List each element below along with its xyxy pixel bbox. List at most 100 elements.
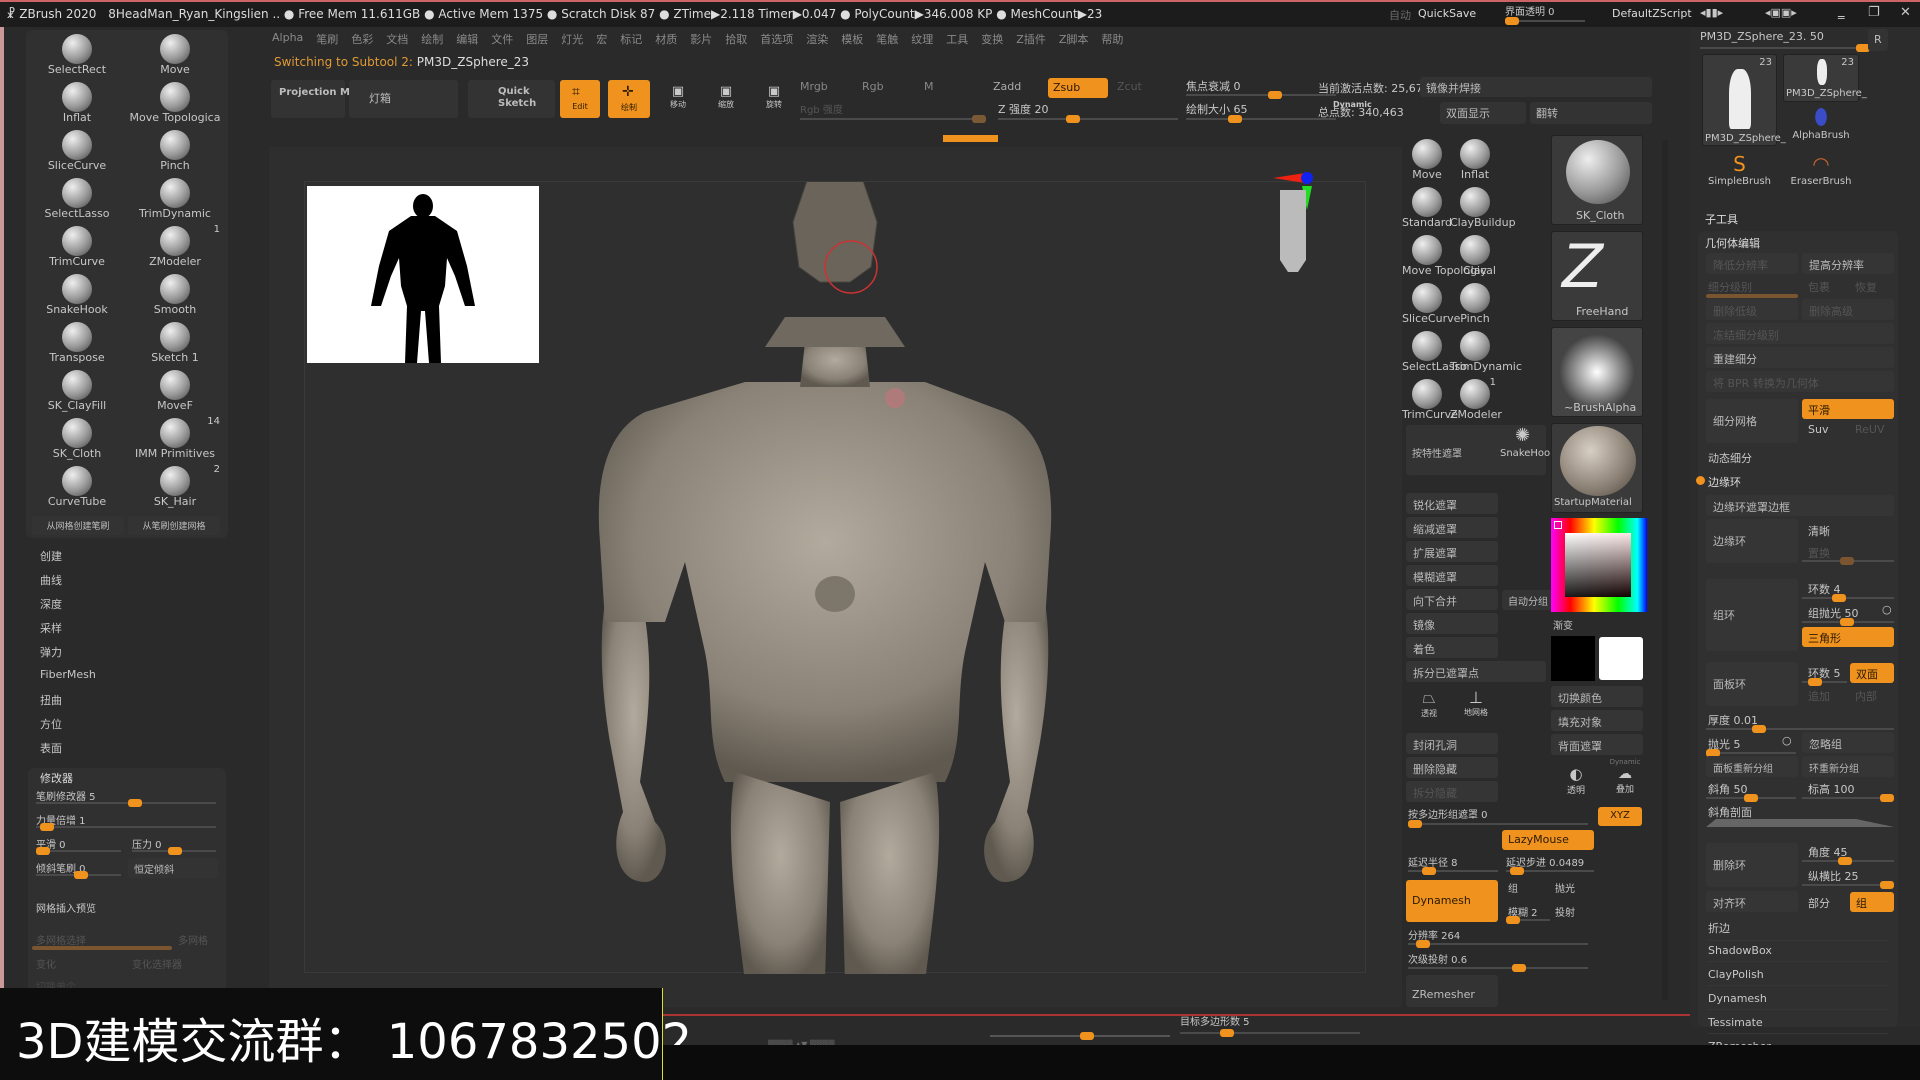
mask-by-polygroups-slider[interactable] bbox=[1408, 820, 1588, 828]
tool-section-item[interactable]: Dynamesh bbox=[1708, 992, 1888, 1010]
m-button[interactable]: M bbox=[924, 80, 934, 93]
aspect-slider[interactable] bbox=[1802, 881, 1894, 889]
dynamic-subdiv-section[interactable]: 动态细分 bbox=[1708, 450, 1752, 466]
constant-tilt-button[interactable]: 恒定倾斜 bbox=[128, 858, 218, 878]
group-polish-circle-icon[interactable]: ○ bbox=[1882, 603, 1892, 616]
tool-section-item[interactable]: ShadowBox bbox=[1708, 944, 1888, 962]
menu-item[interactable]: 模板 bbox=[841, 31, 863, 47]
brush-standard[interactable]: Standard bbox=[1402, 183, 1452, 231]
brush-snakehook[interactable]: SnakeHook bbox=[28, 270, 126, 318]
left-menu-item[interactable]: 深度 bbox=[40, 596, 62, 612]
ui-transparency-slider[interactable] bbox=[1505, 17, 1585, 25]
zsub-button[interactable]: Zsub bbox=[1048, 78, 1108, 98]
rgb-button[interactable]: Rgb bbox=[862, 80, 884, 93]
brush-zmodeler[interactable]: ZModeler 1 bbox=[1450, 375, 1502, 423]
brush-claybuildup[interactable]: ClayBuildup bbox=[1450, 183, 1516, 231]
menu-item[interactable]: 绘制 bbox=[421, 31, 443, 47]
zcut-button[interactable]: Zcut bbox=[1117, 80, 1142, 93]
bottom-slider-1[interactable] bbox=[990, 1032, 1170, 1040]
rotate-button[interactable]: ▣ 旋转 bbox=[756, 84, 792, 110]
main-color-swatch[interactable] bbox=[1551, 636, 1595, 681]
brush-inflat[interactable]: Inflat bbox=[28, 78, 126, 126]
brush-move[interactable]: Move bbox=[1402, 135, 1452, 183]
dynamesh-project-button[interactable]: 投射 bbox=[1555, 904, 1575, 919]
split-hidden-button[interactable]: 拆分隐藏 bbox=[1406, 781, 1498, 802]
brush-move[interactable]: Move bbox=[126, 30, 224, 78]
minimize-icon[interactable]: ‗ bbox=[1838, 5, 1845, 20]
mirror-weld-button[interactable]: 镜像并焊接 bbox=[1420, 77, 1652, 97]
brush-trimcurve[interactable]: TrimCurve bbox=[28, 222, 126, 270]
mask-button[interactable]: 拆分已遮罩点 bbox=[1406, 661, 1546, 682]
snakehook-brush[interactable]: ✺ SnakeHook bbox=[1500, 425, 1556, 459]
restore-icon[interactable]: ❐ bbox=[1868, 5, 1880, 20]
alpha-thumb[interactable]: ~BrushAlpha bbox=[1551, 327, 1643, 417]
tool-section-item[interactable]: 折边 bbox=[1708, 920, 1888, 941]
flip-button[interactable]: 翻转 bbox=[1530, 102, 1652, 124]
panel-divider[interactable] bbox=[1662, 140, 1668, 1000]
delete-higher-button[interactable]: 删除高级 bbox=[1802, 299, 1894, 320]
menu-item[interactable]: 标记 bbox=[620, 31, 642, 47]
reconstruct-subdiv-button[interactable]: 重建细分 bbox=[1706, 347, 1894, 368]
menu-item[interactable]: 纹理 bbox=[911, 31, 933, 47]
smooth-toggle[interactable]: 平滑 bbox=[1802, 399, 1894, 419]
scale-button[interactable]: ▣ 缩放 bbox=[708, 84, 744, 110]
tool-section-item[interactable]: Tessimate bbox=[1708, 1016, 1888, 1034]
menu-item[interactable]: Alpha bbox=[272, 31, 303, 47]
tool-slider[interactable] bbox=[1700, 44, 1870, 52]
rgb-intensity-track[interactable] bbox=[800, 115, 986, 123]
brush-sketch-1[interactable]: Sketch 1 bbox=[126, 318, 224, 366]
edit-button[interactable]: ⌗ Edit bbox=[560, 80, 600, 118]
subtool-section[interactable]: 子工具 bbox=[1705, 211, 1738, 227]
switch-color-button[interactable]: 切换颜色 bbox=[1551, 686, 1643, 707]
menu-item[interactable]: Z插件 bbox=[1016, 31, 1046, 47]
menu-item[interactable]: 影片 bbox=[690, 31, 712, 47]
dynamesh-button[interactable]: Dynamesh bbox=[1406, 880, 1498, 922]
toolbar-scroll-indicator[interactable] bbox=[943, 135, 998, 142]
fill-object-button[interactable]: 填充对象 bbox=[1551, 710, 1643, 731]
brush-zmodeler[interactable]: ZModeler 1 bbox=[126, 222, 224, 270]
menu-item[interactable]: 色彩 bbox=[351, 31, 373, 47]
edgeloop-section[interactable]: 边缘环 bbox=[1708, 474, 1741, 490]
document-canvas[interactable] bbox=[304, 172, 1367, 974]
higher-res-button[interactable]: 提高分辨率 bbox=[1802, 253, 1894, 274]
left-menu-item[interactable]: 方位 bbox=[40, 716, 62, 732]
geometry-title[interactable]: 几何体编辑 bbox=[1705, 235, 1760, 251]
left-menu-item[interactable]: FiberMesh bbox=[40, 668, 96, 681]
close-icon[interactable]: ✕ bbox=[1900, 5, 1911, 20]
sdiv-slider[interactable] bbox=[1706, 294, 1798, 298]
lightbox-button[interactable]: 灯箱 bbox=[349, 80, 458, 118]
brush-curvetube[interactable]: CurveTube bbox=[28, 462, 126, 510]
simplebrush-tool[interactable]: S SimpleBrush bbox=[1702, 152, 1777, 187]
mask-button[interactable]: 着色 bbox=[1406, 637, 1498, 658]
brush-trimdynamic[interactable]: TrimDynamic bbox=[1450, 327, 1522, 375]
focal-shift-slider[interactable] bbox=[1186, 91, 1336, 99]
default-zscript[interactable]: DefaultZScript bbox=[1612, 7, 1692, 20]
triangles-toggle[interactable]: 三角形 bbox=[1802, 627, 1894, 647]
align-loops-button[interactable]: 对齐环 bbox=[1706, 891, 1798, 912]
menu-item[interactable]: 首选项 bbox=[760, 31, 793, 47]
dynamesh-blur-slider[interactable] bbox=[1506, 916, 1550, 924]
brush-slicecurve[interactable]: SliceCurve bbox=[28, 126, 126, 174]
brush-pinch[interactable]: Pinch bbox=[1450, 279, 1500, 327]
lazy-step-slider[interactable] bbox=[1506, 867, 1594, 875]
draw-button[interactable]: ✛ 绘制 bbox=[608, 80, 650, 118]
lazymouse-button[interactable]: LazyMouse bbox=[1502, 830, 1594, 850]
left-menu-item[interactable]: 创建 bbox=[40, 548, 62, 564]
eraserbrush-tool[interactable]: ◠ EraserBrush bbox=[1783, 152, 1859, 187]
suv-toggle[interactable]: Suv bbox=[1808, 423, 1828, 436]
ignore-groups-button[interactable]: 忽略组 bbox=[1802, 732, 1894, 753]
layout-switch-icon[interactable]: ◂▣▣▸ bbox=[1765, 6, 1797, 19]
tool-thumb-2[interactable]: 23 PM3D_ZSphere_ bbox=[1783, 54, 1867, 102]
restore-button[interactable]: 恢复 bbox=[1855, 279, 1877, 295]
color-picker[interactable] bbox=[1551, 518, 1647, 612]
left-menu-item[interactable]: 弹力 bbox=[40, 644, 62, 660]
perspective-button[interactable]: ⏢ 透视 bbox=[1408, 688, 1450, 719]
menu-item[interactable]: 变换 bbox=[981, 31, 1003, 47]
color-saturation-square[interactable] bbox=[1565, 533, 1631, 597]
panel-loops-button[interactable]: 面板环 bbox=[1706, 662, 1798, 706]
brush-clay[interactable]: Clay bbox=[1450, 231, 1500, 279]
sculpt-model[interactable] bbox=[305, 182, 1367, 974]
transparent-button[interactable]: ◐ 透明 bbox=[1556, 765, 1596, 796]
edgeloop-masked-border-button[interactable]: 边缘环遮罩边框 bbox=[1706, 495, 1894, 516]
panel-regroup-button[interactable]: 面板重新分组 bbox=[1706, 756, 1798, 777]
